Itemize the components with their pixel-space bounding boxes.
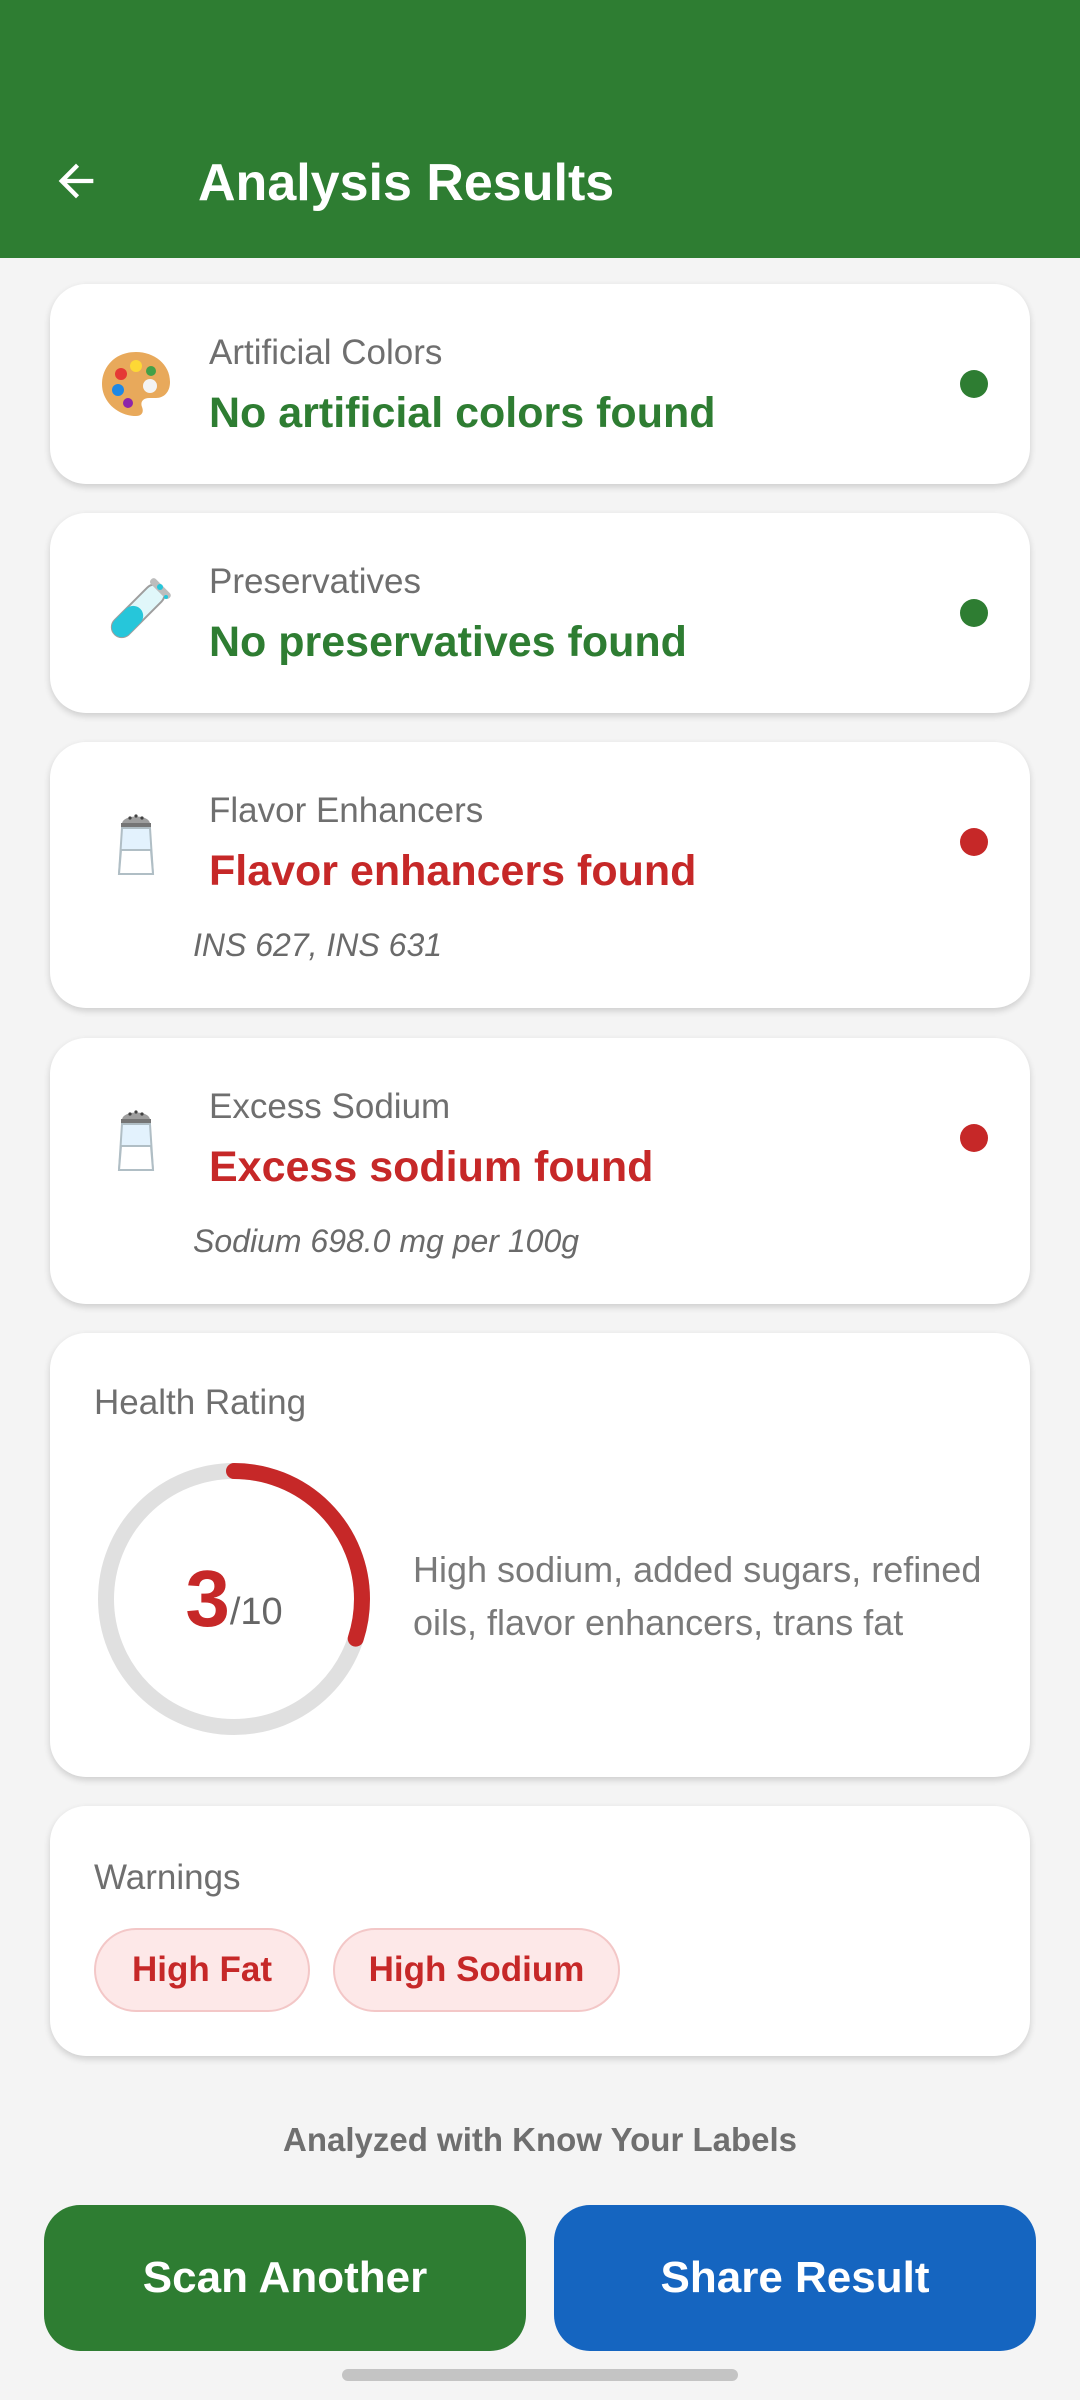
salt-shaker-icon [92,1094,180,1182]
check-label: Artificial Colors [209,333,443,372]
status-indicator-good [960,370,988,398]
health-rating-card: Health Rating 3 /10 High sodium, added s… [50,1333,1030,1777]
attribution-text: Analyzed with Know Your Labels [282,2121,797,2158]
status-indicator-bad [960,1124,988,1152]
health-rating-description: High sodium, added sugars, refined oils,… [413,1549,982,1643]
test-tube-icon [92,569,180,657]
arrow-left-icon [58,163,94,199]
check-detail: Sodium 698.0 mg per 100g [193,1223,580,1259]
warning-chip-high-fat: High Fat [94,1928,310,2012]
score-max: /10 [229,1591,283,1633]
palette-icon [92,340,180,428]
warnings-label: Warnings [94,1858,241,1897]
salt-shaker-icon [92,798,180,886]
check-card-preservatives: Preservatives No preservatives found [50,513,1030,713]
health-score: 3 /10 [94,1459,374,1739]
check-status: No preservatives found [209,618,687,666]
status-indicator-good [960,599,988,627]
warnings-card: Warnings High Fat High Sodium [50,1806,1030,2056]
check-status: Flavor enhancers found [209,847,697,895]
back-button[interactable] [40,145,112,217]
check-label: Flavor Enhancers [209,791,484,830]
gesture-navigation-bar[interactable] [342,2369,738,2381]
check-card-flavor-enhancers: Flavor Enhancers Flavor enhancers found … [50,742,1030,1008]
check-label: Excess Sodium [209,1087,451,1126]
warning-chip-high-sodium: High Sodium [333,1928,620,2012]
check-status: No artificial colors found [209,389,716,437]
share-result-button[interactable]: Share Result [554,2205,1036,2351]
check-card-excess-sodium: Excess Sodium Excess sodium found Sodium… [50,1038,1030,1304]
check-detail: INS 627, INS 631 [193,927,443,963]
check-status: Excess sodium found [209,1143,654,1191]
scan-another-button[interactable]: Scan Another [44,2205,526,2351]
page-title: Analysis Results [198,154,615,212]
check-label: Preservatives [209,562,422,601]
score-value: 3 [185,1554,230,1643]
app-bar: Analysis Results [0,0,1080,258]
check-card-artificial-colors: Artificial Colors No artificial colors f… [50,284,1030,484]
health-rating-label: Health Rating [94,1383,307,1422]
status-indicator-bad [960,828,988,856]
